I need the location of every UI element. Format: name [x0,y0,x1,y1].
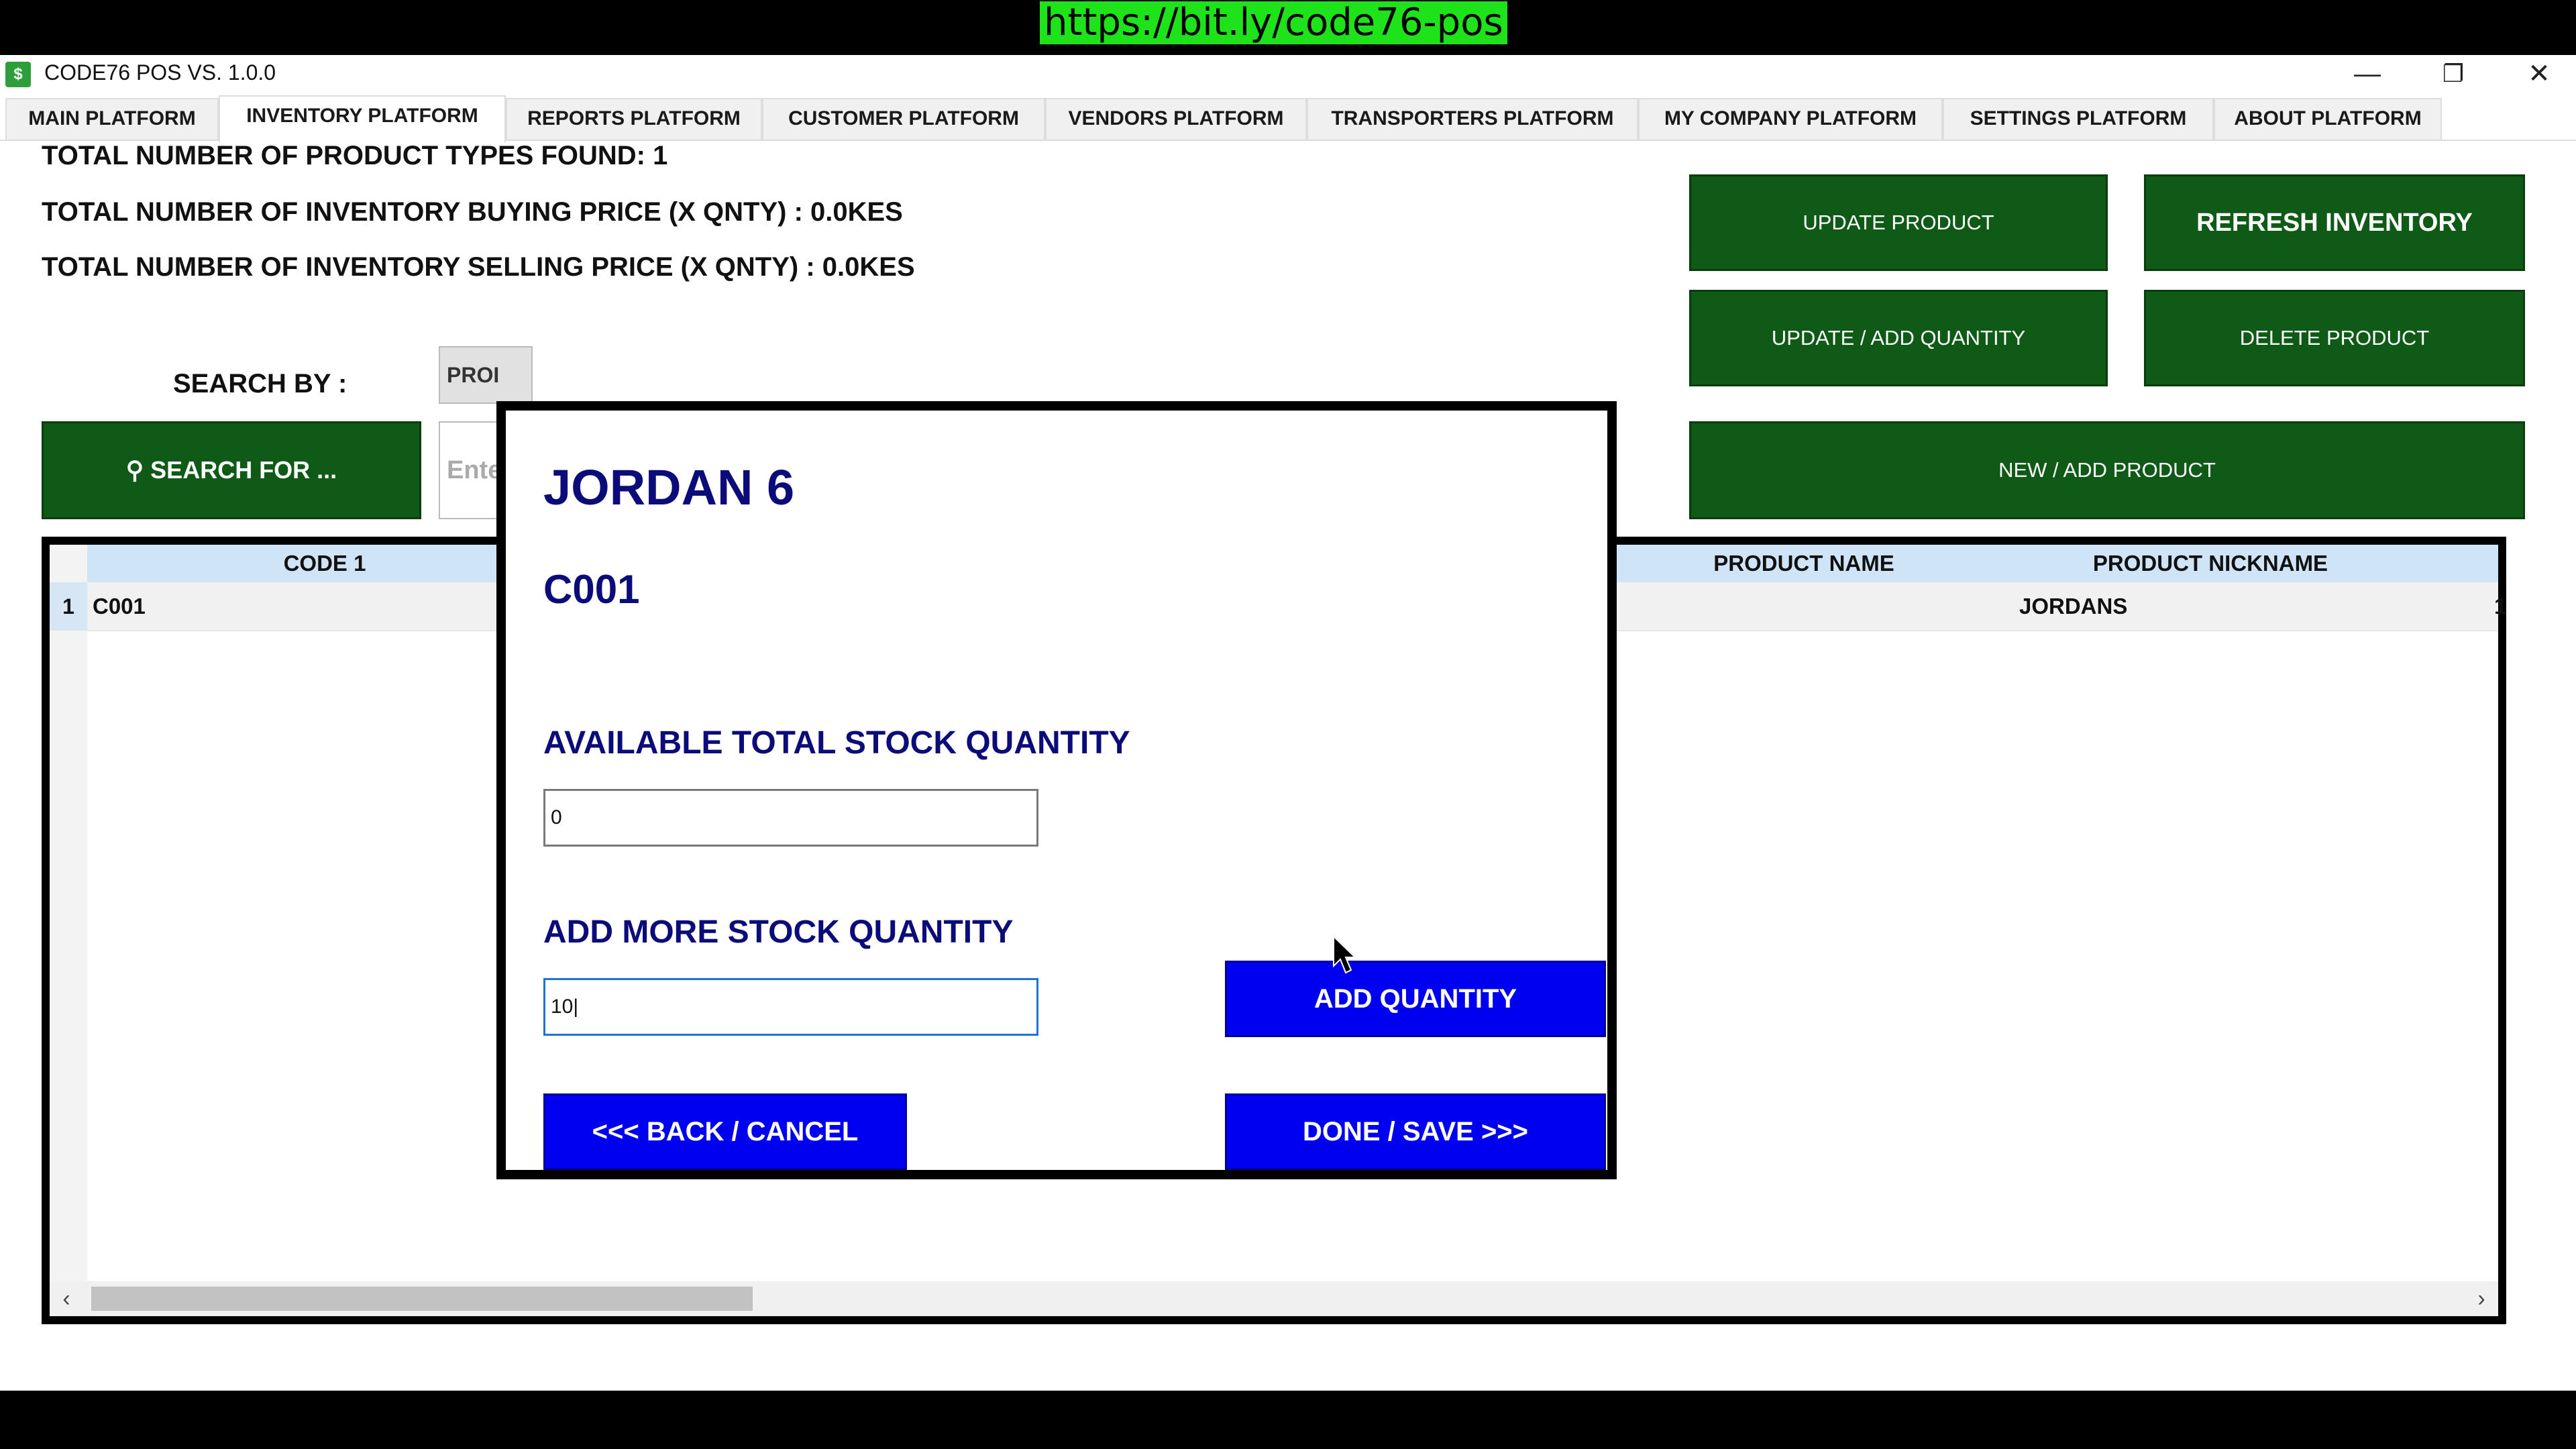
search-for-button[interactable]: ⚲ SEARCH FOR ... [42,421,421,519]
cell-code: C001 [93,594,146,619]
update-add-quantity-button[interactable]: UPDATE / ADD QUANTITY [1689,290,2108,386]
product-types-count: TOTAL NUMBER OF PRODUCT TYPES FOUND: 1 [42,141,668,170]
tab-about-platform[interactable]: ABOUT PLATFORM [2214,98,2442,140]
app-icon: $ [5,62,31,87]
back-cancel-button[interactable]: <<< BACK / CANCEL [543,1093,907,1170]
title-bar: $ CODE76 POS VS. 1.0.0 — ❐ ✕ [0,55,2576,94]
platform-tabs: MAIN PLATFORM INVENTORY PLATFORM REPORTS… [0,95,2576,142]
scrollbar-thumb[interactable] [91,1287,753,1311]
update-product-button[interactable]: UPDATE PRODUCT [1689,174,2108,271]
tab-main-platform[interactable]: MAIN PLATFORM [5,98,219,140]
column-product-name[interactable]: PRODUCT NAME [1661,545,1947,582]
refresh-inventory-button[interactable]: REFRESH INVENTORY [2144,174,2525,271]
tab-customer-platform[interactable]: CUSTOMER PLATFORM [762,98,1045,140]
delete-product-button[interactable]: DELETE PRODUCT [2144,290,2525,386]
letterbox-bottom [0,1391,2576,1449]
done-save-button[interactable]: DONE / SAVE >>> [1225,1093,1606,1170]
cell-extra: 1300 [2494,594,2506,619]
cell-nickname: JORDANS [2019,594,2128,619]
app-window: $ CODE76 POS VS. 1.0.0 — ❐ ✕ MAIN PLATFO… [0,55,2576,1391]
minimize-button[interactable]: — [2330,55,2404,94]
search-by-label: SEARCH BY : [173,369,347,398]
search-by-select[interactable]: PROI [439,346,533,404]
horizontal-scrollbar[interactable]: ‹ › [50,1281,2498,1316]
add-stock-field[interactable]: 10| [543,978,1038,1036]
mouse-pointer-icon [1333,935,1357,974]
row-header-column [50,545,87,1281]
tab-reports-platform[interactable]: REPORTS PLATFORM [506,98,762,140]
close-button[interactable]: ✕ [2502,55,2576,94]
available-stock-field[interactable]: 0 [543,789,1038,847]
scroll-left-icon[interactable]: ‹ [50,1281,83,1316]
buying-price-total: TOTAL NUMBER OF INVENTORY BUYING PRICE (… [42,197,903,227]
add-stock-value: 10 [551,996,574,1018]
tab-inventory-platform[interactable]: INVENTORY PLATFORM [219,95,506,142]
column-code-1[interactable]: CODE 1 [87,545,562,582]
dialog-product-name: JORDAN 6 [543,460,795,515]
add-quantity-button[interactable]: ADD QUANTITY [1225,961,1606,1037]
tab-settings-platform[interactable]: SETTINGS PLATFORM [1943,98,2214,140]
add-stock-label: ADD MORE STOCK QUANTITY [543,914,1014,950]
new-add-product-button[interactable]: NEW / ADD PRODUCT [1689,421,2525,519]
text-caret: | [573,996,579,1018]
scroll-right-icon[interactable]: › [2465,1281,2498,1316]
restore-button[interactable]: ❐ [2416,55,2490,94]
tab-my-company-platform[interactable]: MY COMPANY PLATFORM [1638,98,1943,140]
search-icon: ⚲ [125,456,151,484]
dialog-product-code: C001 [543,567,640,612]
search-for-label: SEARCH FOR ... [150,456,337,484]
row-index[interactable]: 1 [50,582,87,631]
app-title: CODE76 POS VS. 1.0.0 [44,60,276,85]
column-product-nickname[interactable]: PRODUCT NICKNAME [2025,545,2396,582]
tab-transporters-platform[interactable]: TRANSPORTERS PLATFORM [1307,98,1638,140]
tab-vendors-platform[interactable]: VENDORS PLATFORM [1045,98,1307,140]
screen: $ CODE76 POS VS. 1.0.0 — ❐ ✕ MAIN PLATFO… [0,0,2576,1449]
url-banner: https://bit.ly/code76-pos [1040,1,1507,44]
add-quantity-dialog: JORDAN 6 C001 AVAILABLE TOTAL STOCK QUAN… [496,401,1617,1179]
available-stock-label: AVAILABLE TOTAL STOCK QUANTITY [543,725,1130,761]
selling-price-total: TOTAL NUMBER OF INVENTORY SELLING PRICE … [42,252,915,282]
